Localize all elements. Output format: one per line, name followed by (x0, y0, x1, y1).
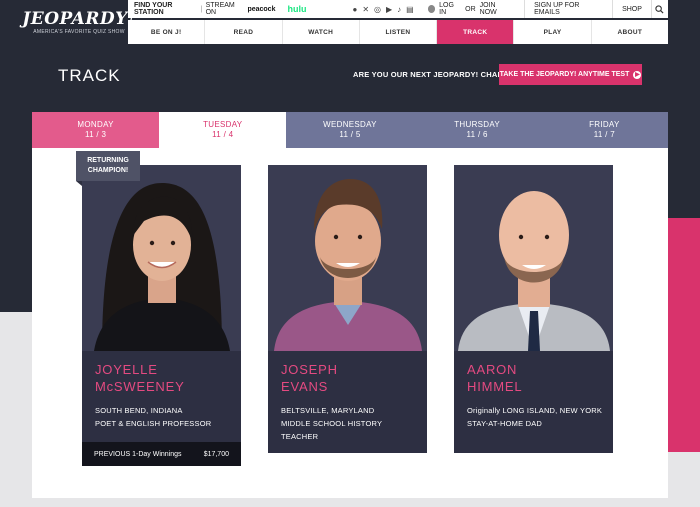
hulu-link[interactable]: hulu (287, 4, 306, 14)
tab-date: 11 / 7 (593, 130, 615, 139)
contestant-info: SOUTH BEND, INDIANA POET & ENGLISH PROFE… (95, 406, 212, 428)
anytime-test-button[interactable]: TAKE THE JEOPARDY! ANYTIME TEST ▶ (499, 64, 642, 85)
find-station-link[interactable]: FIND YOUR STATION (134, 2, 198, 16)
user-icon (427, 5, 436, 13)
contestant-card[interactable]: AARON HIMMEL Originally LONG ISLAND, NEW… (454, 165, 613, 453)
tab-date: 11 / 3 (84, 130, 107, 139)
winnings-value: $17,700 (203, 450, 229, 458)
contestant-info: BELTSVILLE, MARYLAND MIDDLE SCHOOL HISTO… (281, 406, 383, 441)
tab-day: TUESDAY (203, 120, 243, 129)
shop-link[interactable]: SHOP (612, 0, 651, 18)
login-link[interactable]: LOG IN (439, 2, 461, 16)
day-tabs: MONDAY 11 / 3 TUESDAY 11 / 4 WEDNESDAY 1… (32, 112, 668, 148)
tab-day: THURSDAY (454, 120, 501, 129)
nav-be-on-j[interactable]: BE ON J! (128, 20, 206, 44)
tab-date: 11 / 6 (466, 130, 488, 139)
tab-date: 11 / 4 (212, 130, 234, 139)
returning-champion-badge: RETURNING CHAMPION! (76, 151, 140, 181)
contestant-photo (268, 165, 427, 351)
youtube-icon[interactable]: ▶ (386, 5, 392, 14)
tab-day: WEDNESDAY (323, 120, 377, 129)
separator: | (200, 5, 203, 13)
join-link[interactable]: JOIN NOW (480, 2, 512, 16)
station-links: FIND YOUR STATION | STREAM ON peacock hu… (128, 0, 306, 18)
tab-thursday[interactable]: THURSDAY 11 / 6 (413, 112, 541, 148)
anytime-test-label: TAKE THE JEOPARDY! ANYTIME TEST (499, 71, 630, 78)
winnings-bar: PREVIOUS 1-Day Winnings $17,700 (82, 442, 241, 466)
account-links: LOG IN OR JOIN NOW (427, 2, 512, 16)
contestant-name: JOSEPH EVANS (281, 362, 338, 394)
x-icon[interactable]: ✕ (362, 5, 369, 14)
tiktok-icon[interactable]: ♪ (397, 5, 401, 14)
search-icon[interactable] (650, 0, 668, 18)
tab-day: FRIDAY (589, 120, 620, 129)
tab-monday[interactable]: MONDAY 11 / 3 (32, 112, 160, 148)
news-icon[interactable]: ▤ (406, 5, 414, 14)
left-background-strip (0, 312, 32, 507)
logo-tagline: AMERICA'S FAVORITE QUIZ SHOW (33, 28, 125, 35)
social-links: ● ✕ ◎ ▶ ♪ ▤ (352, 5, 413, 14)
nav-listen[interactable]: LISTEN (360, 20, 438, 44)
signup-emails-link[interactable]: SIGN UP FOR EMAILS (524, 0, 612, 18)
contestant-name: AARON HIMMEL (467, 362, 523, 394)
page-title: TRACK (58, 66, 121, 85)
contestant-info: Originally LONG ISLAND, NEW YORK STAY-AT… (467, 406, 603, 428)
logo-wordmark: JEOPARDY! (22, 8, 136, 29)
winnings-label: PREVIOUS 1-Day Winnings (94, 450, 182, 458)
main-nav: BE ON J! READ WATCH LISTEN TRACK PLAY AB… (128, 20, 668, 44)
nav-read[interactable]: READ (205, 20, 283, 44)
or-label: OR (465, 5, 476, 13)
contestant-photo (82, 165, 241, 351)
arrow-right-icon: ▶ (633, 70, 642, 79)
tab-day: MONDAY (77, 120, 114, 129)
contestant-name: JOYELLE McSWEENEY (95, 362, 185, 394)
tab-tuesday[interactable]: TUESDAY 11 / 4 (159, 112, 287, 148)
contestant-card[interactable]: JOSEPH EVANS BELTSVILLE, MARYLAND MIDDLE… (268, 165, 427, 453)
contestant-photo (454, 165, 613, 351)
jeopardy-logo[interactable]: JEOPARDY! AMERICA'S FAVORITE QUIZ SHOW (22, 0, 135, 44)
tab-date: 11 / 5 (339, 130, 361, 139)
decorative-pink-band (668, 218, 700, 452)
tab-wednesday[interactable]: WEDNESDAY 11 / 5 (286, 112, 414, 148)
nav-play[interactable]: PLAY (514, 20, 592, 44)
peacock-link[interactable]: peacock (247, 6, 275, 13)
facebook-icon[interactable]: ● (352, 5, 357, 14)
nav-watch[interactable]: WATCH (283, 20, 360, 44)
nav-about[interactable]: ABOUT (592, 20, 668, 44)
instagram-icon[interactable]: ◎ (374, 5, 381, 14)
stream-on-label: STREAM ON (205, 2, 235, 16)
contestant-card[interactable]: JOYELLE McSWEENEY SOUTH BEND, INDIANA PO… (82, 165, 241, 466)
nav-track[interactable]: TRACK (437, 20, 515, 44)
badge-fold (76, 181, 82, 186)
tab-friday[interactable]: FRIDAY 11 / 7 (540, 112, 668, 148)
utility-bar: FIND YOUR STATION | STREAM ON peacock hu… (128, 0, 668, 18)
